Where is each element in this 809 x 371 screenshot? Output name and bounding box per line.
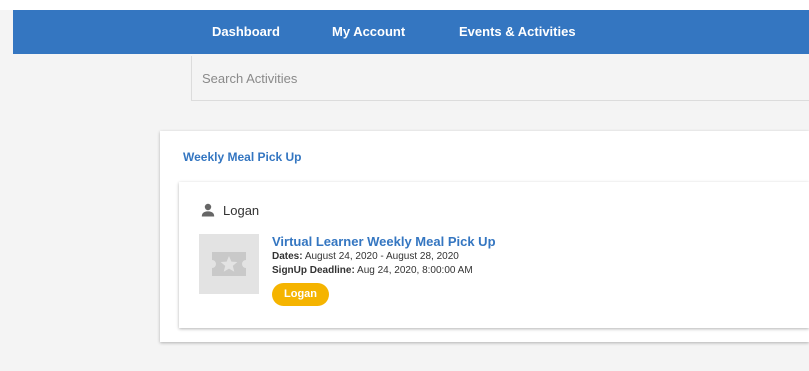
activity-dates: Dates: August 24, 2020 - August 28, 2020 [272,250,496,264]
dates-label: Dates: [272,251,303,262]
activity-info: Virtual Learner Weekly Meal Pick Up Date… [272,234,496,306]
search-input[interactable] [192,56,809,100]
deadline-value: Aug 24, 2020, 8:00:00 AM [357,265,473,276]
page: Dashboard My Account Events & Activities… [0,0,809,371]
nav-events-activities[interactable]: Events & Activities [459,10,576,54]
search-box [191,56,809,101]
activity-group-card: Weekly Meal Pick Up Logan Virtual Learne… [160,131,809,342]
top-nav-bar: Dashboard My Account Events & Activities [13,10,809,54]
activity-deadline: SignUp Deadline: Aug 24, 2020, 8:00:00 A… [272,264,496,278]
ticket-star-icon [212,252,246,276]
nav-dashboard[interactable]: Dashboard [212,10,280,54]
activity-thumbnail [199,234,259,294]
top-strip [0,0,809,10]
deadline-label: SignUp Deadline: [272,265,355,276]
activity-title-link[interactable]: Virtual Learner Weekly Meal Pick Up [272,234,496,250]
dates-value: August 24, 2020 - August 28, 2020 [304,251,459,262]
participant-card: Logan Virtual Learner Weekly Meal Pick U… [179,182,809,328]
group-title: Weekly Meal Pick Up [183,150,302,164]
participant-badge-button[interactable]: Logan [272,283,329,306]
participant-name: Logan [223,202,260,218]
person-icon [201,203,215,217]
nav-my-account[interactable]: My Account [332,10,405,54]
participant-row: Logan [201,202,259,218]
